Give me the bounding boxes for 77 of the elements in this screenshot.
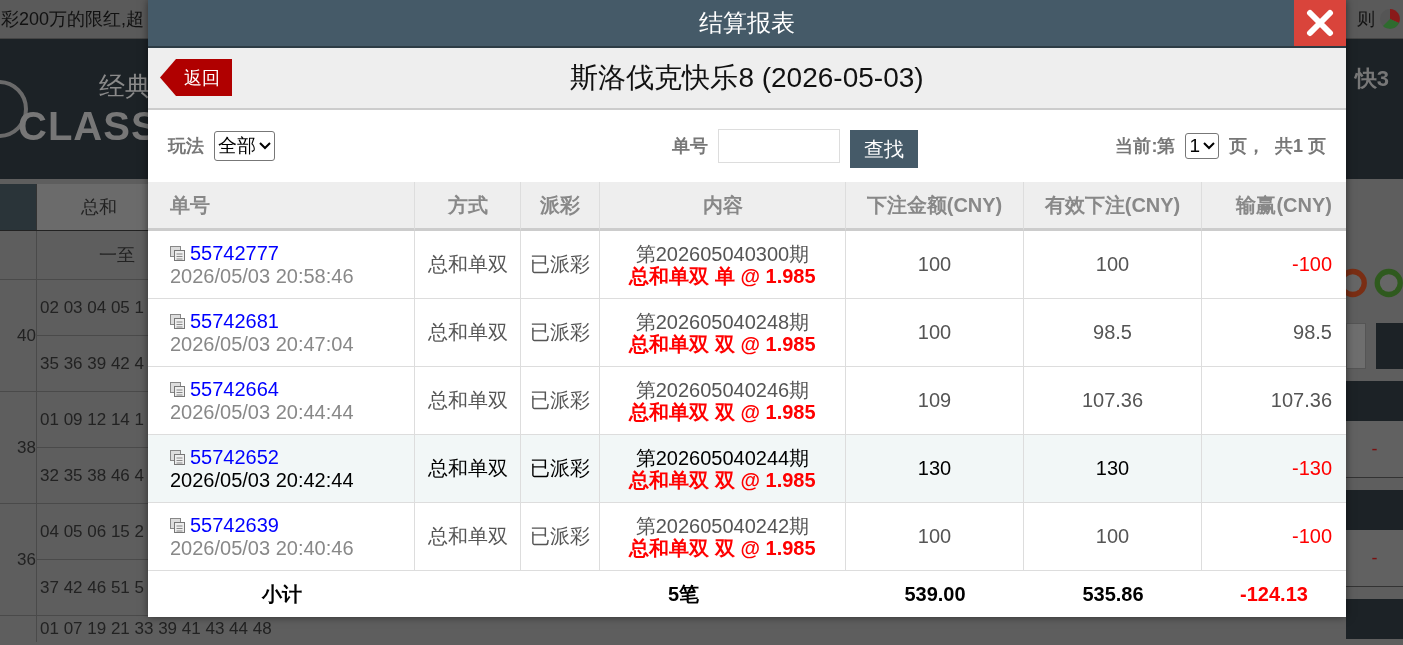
total-cell: 40 <box>0 280 36 392</box>
bet-text: 总和单双 双 @ 1.985 <box>629 332 816 355</box>
report-heading: 斯洛伐克快乐8 (2026-05-03) <box>570 61 924 95</box>
page-suffix: 页， <box>1229 135 1265 158</box>
search-button[interactable]: 查找 <box>850 130 919 168</box>
table-cell: 130 <box>846 435 1024 503</box>
column-header: 内容 <box>600 182 846 231</box>
dark-bar <box>1346 490 1403 530</box>
bet-count: 5笔 <box>666 581 701 607</box>
play-label: 玩法 <box>168 135 204 158</box>
page-prefix: 当前:第 <box>1115 135 1176 158</box>
table-cell: 130 <box>1024 435 1202 503</box>
total-amount: 539.00 <box>903 581 967 607</box>
copy-icon[interactable] <box>170 450 185 465</box>
logo-title: 经典 <box>98 70 151 103</box>
nav-item[interactable]: 快3 <box>1354 64 1389 94</box>
total-valid: 535.86 <box>1081 581 1145 607</box>
table-cell: 100 <box>1024 503 1202 571</box>
input-box[interactable] <box>1346 323 1366 369</box>
chevron-icon <box>259 142 271 150</box>
bet-text: 总和单双 双 @ 1.985 <box>629 400 816 423</box>
dark-bar <box>1346 599 1403 639</box>
bet-text: 总和单双 双 @ 1.985 <box>629 536 816 559</box>
table-cell: 总和单双 <box>415 435 521 503</box>
table-cell: 已派彩 <box>521 435 600 503</box>
order-link[interactable]: 55742652 <box>190 446 279 469</box>
total-cell: 36 <box>0 504 36 616</box>
copy-icon[interactable] <box>170 246 185 261</box>
table-cell: 100 <box>1024 231 1202 299</box>
total-result: -124.13 <box>1239 581 1309 607</box>
dark-bar <box>1346 381 1403 421</box>
issue-text: 第202605040300期 <box>635 242 810 265</box>
order-input-field[interactable] <box>718 129 841 163</box>
close-icon <box>1306 9 1334 37</box>
table-cell: 100 <box>846 299 1024 367</box>
copy-icon[interactable] <box>170 382 185 397</box>
table-cell: 已派彩 <box>521 231 600 299</box>
copy-icon[interactable] <box>170 518 185 533</box>
bet-text: 总和单双 单 @ 1.985 <box>629 264 816 287</box>
column-header: 下注金额(CNY) <box>846 182 1024 231</box>
column-header: 单号 <box>148 182 415 231</box>
copy-icon[interactable] <box>170 314 185 329</box>
bet-text: 总和单双 双 @ 1.985 <box>629 468 816 491</box>
play-select[interactable]: 全部 <box>214 131 275 161</box>
column-header: 派彩 <box>521 182 600 231</box>
issue-text: 第202605040246期 <box>635 378 810 401</box>
table-cell: 已派彩 <box>521 299 600 367</box>
order-link[interactable]: 55742681 <box>190 310 279 333</box>
issue-text: 第202605040244期 <box>635 446 810 469</box>
table-cell: 总和单双 <box>415 299 521 367</box>
chevron-icon <box>1203 142 1215 150</box>
table-cell: 98.5 <box>1024 299 1202 367</box>
table-cell: -100 <box>1202 231 1346 299</box>
order-link[interactable]: 55742777 <box>190 242 279 265</box>
table-cell: 已派彩 <box>521 503 600 571</box>
order-label: 单号 <box>672 135 709 158</box>
close-button[interactable] <box>1294 0 1346 46</box>
table-cell: 100 <box>846 231 1024 299</box>
table-cell: 总和单双 <box>415 231 521 299</box>
order-link[interactable]: 55742639 <box>190 514 279 537</box>
table-cell: 100 <box>846 503 1024 571</box>
table-cell: -130 <box>1202 435 1346 503</box>
table-cell: 总和单双 <box>415 503 521 571</box>
issue-text: 第202605040248期 <box>635 310 810 333</box>
issue-text: 第202605040242期 <box>635 514 810 537</box>
column-header: 有效下注(CNY) <box>1024 182 1202 231</box>
subtotal-label: 小计 <box>260 581 303 607</box>
marquee-text: 彩200万的限红,超 <box>1 8 145 31</box>
dialog-title: 结算报表 <box>699 8 795 38</box>
page-total: 共1 页 <box>1275 135 1326 158</box>
table-cell: -100 <box>1202 503 1346 571</box>
column-header: 方式 <box>415 182 521 231</box>
page-select[interactable]: 1 <box>1185 133 1219 159</box>
column-header: 输赢(CNY) <box>1202 182 1346 231</box>
total-cell: 38 <box>0 392 36 504</box>
table-cell: 98.5 <box>1202 299 1346 367</box>
back-button[interactable]: 返回 <box>160 59 232 96</box>
